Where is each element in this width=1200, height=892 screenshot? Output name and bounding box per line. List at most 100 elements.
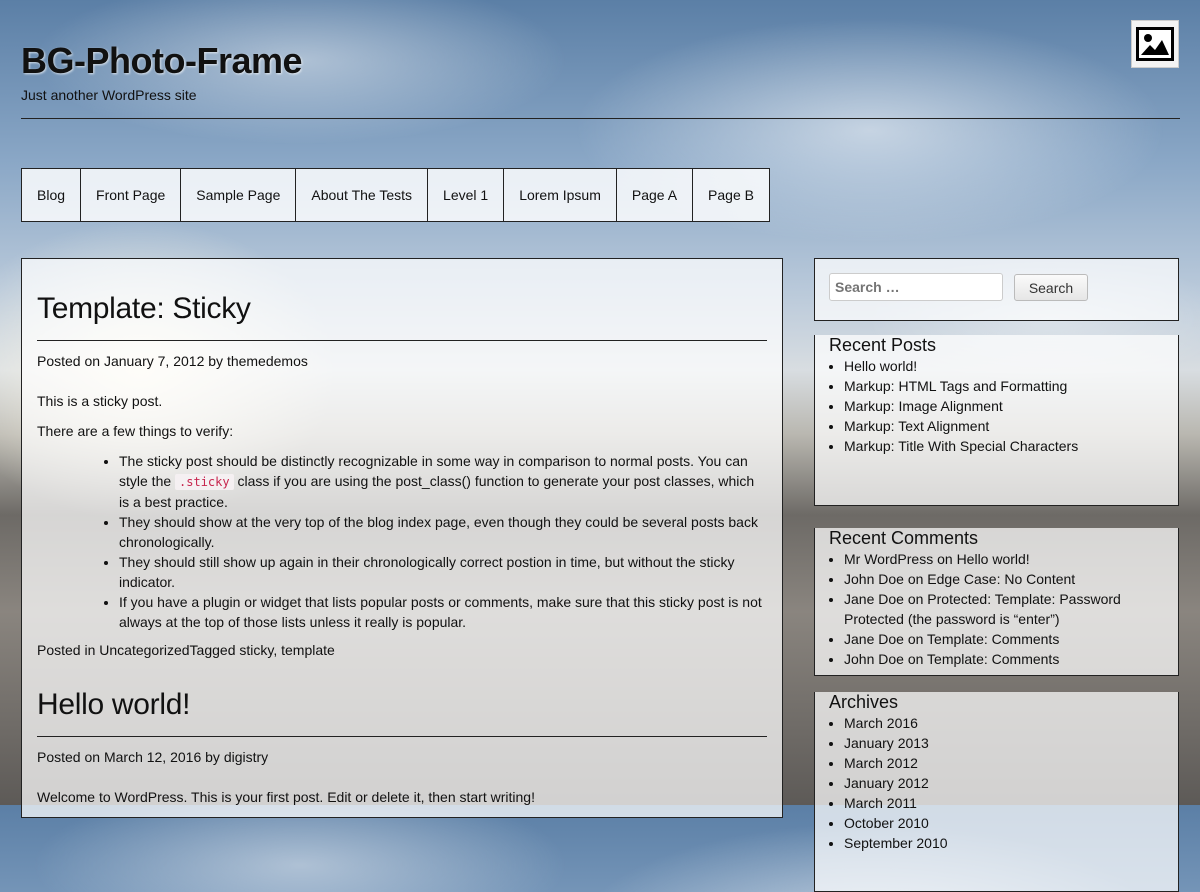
on-label: on <box>907 591 924 607</box>
recent-post-link[interactable]: Markup: HTML Tags and Formatting <box>844 378 1067 394</box>
list-item: March 2011 <box>844 793 1164 813</box>
list-item: They should still show up again in their… <box>119 552 767 592</box>
main-content: Template: Sticky Posted on January 7, 20… <box>21 258 783 818</box>
list-item: John Doe on Template: Comments <box>844 649 1164 669</box>
tagged-label: Tagged <box>189 642 236 658</box>
recent-comments-widget: Recent Comments Mr WordPress on Hello wo… <box>814 528 1179 676</box>
nav-item-level-1[interactable]: Level 1 <box>428 169 505 221</box>
post-date-link[interactable]: March 12, 2016 <box>104 749 201 765</box>
by-label: by <box>208 353 224 369</box>
site-description: Just another WordPress site <box>21 87 197 103</box>
archive-link[interactable]: March 2011 <box>844 795 917 811</box>
on-label: on <box>907 571 924 587</box>
post-title[interactable]: Hello world! <box>37 688 767 737</box>
posted-on-label: Posted on <box>37 353 101 369</box>
recent-post-link[interactable]: Markup: Title With Special Characters <box>844 438 1078 454</box>
list-item: Markup: HTML Tags and Formatting <box>844 376 1164 396</box>
comment-post-link[interactable]: Template: Comments <box>927 631 1059 647</box>
list-item: January 2012 <box>844 773 1164 793</box>
primary-nav: Blog Front Page Sample Page About The Te… <box>21 168 770 222</box>
comment-post-link[interactable]: Edge Case: No Content <box>927 571 1075 587</box>
on-label: on <box>937 551 953 567</box>
on-label: on <box>907 631 924 647</box>
list-item: Hello world! <box>844 356 1164 376</box>
archives-widget: Archives March 2016 January 2013 March 2… <box>814 692 1179 892</box>
comment-post-link[interactable]: Hello world! <box>957 551 1030 567</box>
paragraph: This is a sticky post. <box>37 393 163 409</box>
recent-post-link[interactable]: Hello world! <box>844 358 917 374</box>
recent-comments-list: Mr WordPress on Hello world! John Doe on… <box>829 549 1164 669</box>
recent-post-link[interactable]: Markup: Text Alignment <box>844 418 989 434</box>
comment-author: Jane Doe <box>844 591 904 607</box>
author-link[interactable]: digistry <box>224 749 268 765</box>
paragraph: There are a few things to verify: <box>37 423 234 439</box>
list-item: October 2010 <box>844 813 1164 833</box>
post-list: The sticky post should be distinctly rec… <box>37 451 767 632</box>
archive-link[interactable]: October 2010 <box>844 815 929 831</box>
post-body: This is a sticky post. There are a few t… <box>37 391 767 632</box>
tag-link-sticky[interactable]: sticky <box>239 642 273 658</box>
nav-item-sample-page[interactable]: Sample Page <box>181 169 297 221</box>
nav-item-page-a[interactable]: Page A <box>617 169 694 221</box>
post-footer-meta: Posted in UncategorizedTagged sticky, te… <box>37 642 767 658</box>
comment-author: John Doe <box>844 571 904 587</box>
list-item: Jane Doe on Protected: Template: Passwor… <box>844 589 1164 629</box>
post-sticky: Template: Sticky Posted on January 7, 20… <box>37 292 767 658</box>
author-link[interactable]: themedemos <box>227 353 308 369</box>
list-item: March 2012 <box>844 753 1164 773</box>
list-item: If you have a plugin or widget that list… <box>119 592 767 632</box>
recent-posts-list: Hello world! Markup: HTML Tags and Forma… <box>829 356 1164 456</box>
posted-on-label: Posted on <box>37 749 101 765</box>
sidebar: Search Recent Posts Hello world! Markup:… <box>814 258 1179 892</box>
widget-title: Archives <box>829 692 899 712</box>
nav-item-about-the-tests[interactable]: About The Tests <box>296 169 429 221</box>
header-image-button[interactable] <box>1131 20 1179 68</box>
widget-title: Recent Comments <box>829 528 979 548</box>
archive-link[interactable]: January 2013 <box>844 735 929 751</box>
image-icon <box>1136 27 1174 61</box>
list-item: Markup: Image Alignment <box>844 396 1164 416</box>
list-item: Markup: Title With Special Characters <box>844 436 1164 456</box>
comment-author-link[interactable]: Mr WordPress <box>844 551 933 567</box>
code-snippet: .sticky <box>175 474 234 490</box>
category-link[interactable]: Uncategorized <box>99 642 189 658</box>
search-button[interactable]: Search <box>1014 274 1088 301</box>
paragraph: Welcome to WordPress. This is your first… <box>37 789 535 805</box>
list-item: January 2013 <box>844 733 1164 753</box>
archive-link[interactable]: September 2010 <box>844 835 948 851</box>
nav-item-blog[interactable]: Blog <box>22 169 82 221</box>
search-input[interactable] <box>829 273 1003 301</box>
post-meta: Posted on March 12, 2016 by digistry <box>37 749 767 765</box>
nav-item-page-b[interactable]: Page B <box>693 169 769 221</box>
recent-posts-widget: Recent Posts Hello world! Markup: HTML T… <box>814 335 1179 506</box>
tag-separator: , <box>273 642 278 658</box>
archive-link[interactable]: January 2012 <box>844 775 929 791</box>
list-item: Markup: Text Alignment <box>844 416 1164 436</box>
nav-item-lorem-ipsum[interactable]: Lorem Ipsum <box>504 169 617 221</box>
list-item: John Doe on Edge Case: No Content <box>844 569 1164 589</box>
nav-item-front-page[interactable]: Front Page <box>81 169 182 221</box>
list-item: September 2010 <box>844 833 1164 853</box>
on-label: on <box>907 651 924 667</box>
comment-post-link[interactable]: Template: Comments <box>927 651 1059 667</box>
archive-link[interactable]: March 2012 <box>844 755 918 771</box>
posted-in-label: Posted in <box>37 642 96 658</box>
list-item: Jane Doe on Template: Comments <box>844 629 1164 649</box>
list-item: March 2016 <box>844 713 1164 733</box>
archives-list: March 2016 January 2013 March 2012 Janua… <box>829 713 1164 853</box>
post-date-link[interactable]: January 7, 2012 <box>104 353 204 369</box>
comment-author: John Doe <box>844 651 904 667</box>
list-item: The sticky post should be distinctly rec… <box>119 451 767 512</box>
archive-link[interactable]: March 2016 <box>844 715 918 731</box>
list-item: They should show at the very top of the … <box>119 512 767 552</box>
list-item: Mr WordPress on Hello world! <box>844 549 1164 569</box>
search-widget: Search <box>814 258 1179 321</box>
by-label: by <box>205 749 220 765</box>
site-title[interactable]: BG-Photo-Frame <box>21 40 303 82</box>
recent-post-link[interactable]: Markup: Image Alignment <box>844 398 1003 414</box>
post-body: Welcome to WordPress. This is your first… <box>37 787 767 807</box>
post-hello-world: Hello world! Posted on March 12, 2016 by… <box>37 688 767 807</box>
tag-link-template[interactable]: template <box>281 642 335 658</box>
post-title[interactable]: Template: Sticky <box>37 292 767 341</box>
header-divider <box>21 118 1180 119</box>
